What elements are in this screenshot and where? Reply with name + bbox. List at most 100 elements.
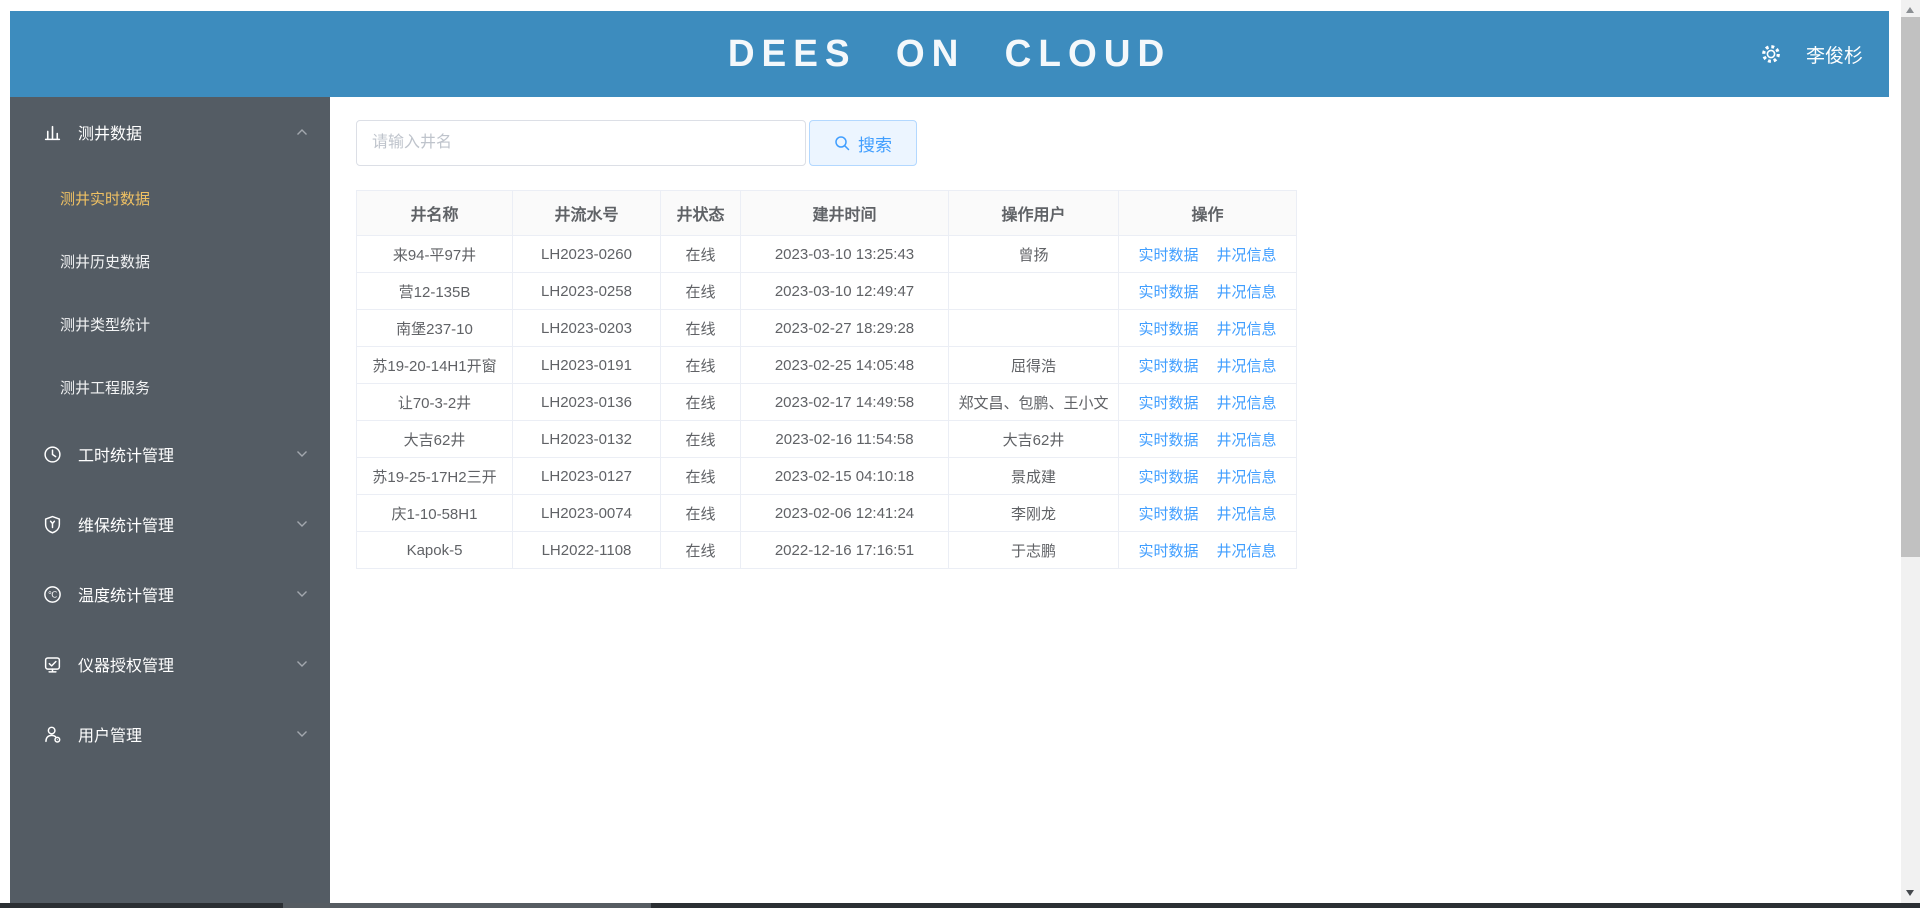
sidebar-item-user-management[interactable]: 用户管理 bbox=[10, 699, 330, 769]
sidebar-item-logging-data[interactable]: 测井数据 bbox=[10, 97, 330, 167]
well-name-search-input[interactable] bbox=[356, 120, 806, 166]
sidebar-item-logging-realtime-data[interactable]: 测井实时数据 bbox=[10, 167, 330, 230]
chevron-down-icon bbox=[296, 590, 308, 598]
well-info-link[interactable]: 井况信息 bbox=[1217, 506, 1277, 523]
status-cell: 在线 bbox=[660, 420, 741, 458]
table-header: 井名称 井流水号 井状态 建井时间 操作用户 操作 bbox=[356, 190, 1297, 236]
realtime-data-link[interactable]: 实时数据 bbox=[1138, 247, 1198, 264]
operator-cell: 曾扬 bbox=[948, 235, 1119, 273]
created-cell: 2023-02-17 14:49:58 bbox=[740, 383, 949, 421]
realtime-data-link[interactable]: 实时数据 bbox=[1138, 469, 1198, 486]
serial-cell: LH2023-0136 bbox=[512, 383, 661, 421]
horizontal-scrollbar[interactable] bbox=[0, 903, 1920, 908]
table-row: Kapok-5 LH2022-1108 在线 2022-12-16 17:16:51 于… bbox=[356, 531, 1297, 569]
well-info-link[interactable]: 井况信息 bbox=[1217, 395, 1277, 412]
created-cell: 2023-02-25 14:05:48 bbox=[740, 346, 949, 384]
serial-cell: LH2023-0074 bbox=[512, 494, 661, 532]
scroll-up-arrow-icon[interactable] bbox=[1906, 7, 1914, 13]
vertical-scrollbar[interactable] bbox=[1901, 0, 1920, 908]
created-cell: 2023-02-16 11:54:58 bbox=[740, 420, 949, 458]
created-cell: 2023-03-10 12:49:47 bbox=[740, 272, 949, 310]
created-cell: 2023-02-27 18:29:28 bbox=[740, 309, 949, 347]
well-info-link[interactable]: 井况信息 bbox=[1217, 358, 1277, 375]
well-name-cell: 来94-平97井 bbox=[356, 235, 513, 273]
scroll-down-arrow-icon[interactable] bbox=[1906, 890, 1914, 896]
realtime-data-link[interactable]: 实时数据 bbox=[1138, 321, 1198, 338]
well-info-link[interactable]: 井况信息 bbox=[1217, 432, 1277, 449]
serial-cell: LH2023-0203 bbox=[512, 309, 661, 347]
serial-cell: LH2023-0127 bbox=[512, 457, 661, 495]
serial-cell: LH2023-0191 bbox=[512, 346, 661, 384]
actions-cell: 实时数据 井况信息 bbox=[1118, 235, 1297, 273]
actions-cell: 实时数据 井况信息 bbox=[1118, 272, 1297, 310]
well-info-link[interactable]: 井况信息 bbox=[1217, 321, 1277, 338]
gear-icon[interactable] bbox=[1760, 43, 1782, 65]
realtime-data-link[interactable]: 实时数据 bbox=[1138, 284, 1198, 301]
horizontal-scrollbar-thumb[interactable] bbox=[283, 903, 651, 908]
column-header-created: 建井时间 bbox=[740, 190, 949, 236]
realtime-data-link[interactable]: 实时数据 bbox=[1138, 358, 1198, 375]
operator-cell: 屈得浩 bbox=[948, 346, 1119, 384]
main-content: 搜索 井名称 井流水号 井状态 建井时间 操作用户 操作 bbox=[330, 97, 1889, 908]
well-name-cell: 庆1-10-58H1 bbox=[356, 494, 513, 532]
sidebar-item-logging-type-stats[interactable]: 测井类型统计 bbox=[10, 293, 330, 356]
well-info-link[interactable]: 井况信息 bbox=[1217, 247, 1277, 264]
sidebar-item-label: 仪器授权管理 bbox=[78, 658, 175, 675]
sidebar-item-instrument-authorization[interactable]: 仪器授权管理 bbox=[10, 629, 330, 699]
well-info-link[interactable]: 井况信息 bbox=[1217, 469, 1277, 486]
operator-cell: 景成建 bbox=[948, 457, 1119, 495]
operator-cell: 郑文昌、包鹏、王小文 bbox=[948, 383, 1119, 421]
column-header-serial: 井流水号 bbox=[512, 190, 661, 236]
sidebar-subitem-label: 测井实时数据 bbox=[60, 191, 151, 208]
realtime-data-link[interactable]: 实时数据 bbox=[1138, 432, 1198, 449]
operator-cell bbox=[948, 272, 1119, 310]
created-cell: 2023-03-10 13:25:43 bbox=[740, 235, 949, 273]
sidebar-item-logging-history-data[interactable]: 测井历史数据 bbox=[10, 230, 330, 293]
serial-cell: LH2023-0132 bbox=[512, 420, 661, 458]
status-cell: 在线 bbox=[660, 494, 741, 532]
status-cell: 在线 bbox=[660, 531, 741, 569]
sidebar-item-label: 测井数据 bbox=[78, 126, 143, 143]
top-bar: DEES ON CLOUD 李俊杉 bbox=[10, 11, 1889, 97]
sidebar: 测井数据 测井实时数据 测井历史数据 测井类型统计 测井工程服务 工时统计管理 bbox=[10, 97, 330, 904]
operator-cell bbox=[948, 309, 1119, 347]
page: DEES ON CLOUD 李俊杉 测井数据 测井实时数据 测井历史数据 测井类… bbox=[0, 0, 1920, 908]
sidebar-item-temperature-management[interactable]: ℃ 温度统计管理 bbox=[10, 559, 330, 629]
bar-chart-icon bbox=[40, 123, 64, 142]
serial-cell: LH2022-1108 bbox=[512, 531, 661, 569]
column-header-operator: 操作用户 bbox=[948, 190, 1119, 236]
well-name-cell: 南堡237-10 bbox=[356, 309, 513, 347]
vertical-scrollbar-thumb[interactable] bbox=[1901, 17, 1920, 557]
search-row: 搜索 bbox=[356, 120, 917, 166]
operator-cell: 于志鹏 bbox=[948, 531, 1119, 569]
actions-cell: 实时数据 井况信息 bbox=[1118, 457, 1297, 495]
sidebar-item-logging-engineering-service[interactable]: 测井工程服务 bbox=[10, 356, 330, 419]
table-row: 庆1-10-58H1 LH2023-0074 在线 2023-02-06 12:41:… bbox=[356, 494, 1297, 532]
user-name[interactable]: 李俊杉 bbox=[1806, 41, 1863, 68]
table-row: 南堡237-10 LH2023-0203 在线 2023-02-27 18:29:28… bbox=[356, 309, 1297, 347]
realtime-data-link[interactable]: 实时数据 bbox=[1138, 543, 1198, 560]
sidebar-item-maintenance-management[interactable]: 维保统计管理 bbox=[10, 489, 330, 559]
sidebar-item-label: 工时统计管理 bbox=[78, 448, 175, 465]
sidebar-item-work-hours-management[interactable]: 工时统计管理 bbox=[10, 419, 330, 489]
well-info-link[interactable]: 井况信息 bbox=[1217, 284, 1277, 301]
chevron-down-icon bbox=[296, 660, 308, 668]
search-button[interactable]: 搜索 bbox=[809, 120, 917, 166]
sidebar-subitem-label: 测井历史数据 bbox=[60, 254, 151, 271]
sidebar-subitem-label: 测井工程服务 bbox=[60, 380, 151, 397]
sidebar-item-label: 温度统计管理 bbox=[78, 588, 175, 605]
status-cell: 在线 bbox=[660, 457, 741, 495]
table-row: 大吉62井 LH2023-0132 在线 2023-02-16 11:54:58 大吉6… bbox=[356, 420, 1297, 458]
serial-cell: LH2023-0260 bbox=[512, 235, 661, 273]
well-info-link[interactable]: 井况信息 bbox=[1217, 543, 1277, 560]
actions-cell: 实时数据 井况信息 bbox=[1118, 494, 1297, 532]
column-header-well-name: 井名称 bbox=[356, 190, 513, 236]
table-row: 来94-平97井 LH2023-0260 在线 2023-03-10 13:25:43… bbox=[356, 235, 1297, 273]
created-cell: 2023-02-15 04:10:18 bbox=[740, 457, 949, 495]
realtime-data-link[interactable]: 实时数据 bbox=[1138, 395, 1198, 412]
realtime-data-link[interactable]: 实时数据 bbox=[1138, 506, 1198, 523]
sidebar-item-label: 用户管理 bbox=[78, 728, 143, 745]
actions-cell: 实时数据 井况信息 bbox=[1118, 309, 1297, 347]
svg-text:℃: ℃ bbox=[47, 589, 57, 599]
table-row: 营12-135B LH2023-0258 在线 2023-03-10 12:49:47… bbox=[356, 272, 1297, 310]
